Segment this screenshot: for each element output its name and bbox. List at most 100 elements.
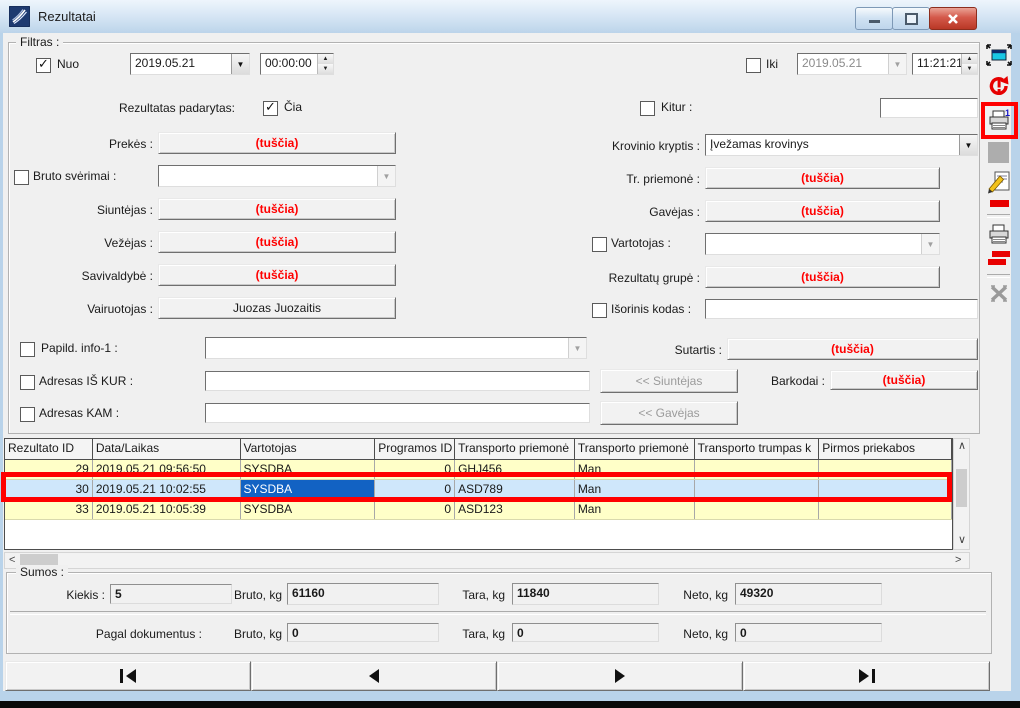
restore-button[interactable] [892,7,930,30]
nuo-time-spinner[interactable]: 00:00:00 ▲▼ [260,53,334,75]
grid-header-row: Rezultato IDData/LaikasVartotojasProgram… [5,439,952,460]
first-record-button[interactable] [5,661,251,691]
vertical-scrollbar[interactable]: ∧ ∨ [953,438,970,550]
table-cell[interactable]: 0 [375,460,455,479]
siuntejas-button[interactable]: (tuščia) [158,198,396,220]
table-cell[interactable]: SYSDBA [241,500,376,519]
scroll-down-icon[interactable]: ∨ [958,535,966,546]
table-cell[interactable]: 0 [375,500,455,519]
table-cell[interactable]: Man [575,460,695,479]
spin-up-icon[interactable]: ▲ [962,54,977,64]
table-cell[interactable]: 0 [375,480,455,499]
tr-priemone-button[interactable]: (tuščia) [705,167,940,189]
isorinis-kodas-checkbox[interactable]: ✓ [592,303,607,318]
table-cell[interactable]: 29 [5,460,93,479]
column-header[interactable]: Transporto priemonė [575,439,695,459]
table-row[interactable]: 302019.05.21 10:02:55SYSDBA0ASD789Man [5,480,952,500]
table-cell[interactable] [819,500,952,519]
last-record-icon [859,669,869,683]
remove-lines-icon[interactable] [992,251,1010,257]
nuo-checkbox[interactable]: ✓ [36,58,51,73]
column-header[interactable]: Transporto trumpas k [695,439,820,459]
adresas-kam-checkbox[interactable]: ✓ [20,407,35,422]
papild-info-checkbox[interactable]: ✓ [20,342,35,357]
table-cell[interactable]: 2019.05.21 10:02:55 [93,480,241,499]
table-row[interactable]: 332019.05.21 10:05:39SYSDBA0ASD123Man [5,500,952,520]
previous-record-button[interactable] [251,661,497,691]
table-cell[interactable] [695,460,820,479]
bruto-sverimai-checkbox[interactable]: ✓ [14,170,29,185]
table-cell[interactable]: SYSDBA [241,480,376,499]
iki-checkbox[interactable]: ✓ [746,58,761,73]
gavejas-button[interactable]: (tuščia) [705,200,940,222]
chevron-down-icon[interactable]: ▼ [959,135,977,155]
vertical-scroll-thumb[interactable] [956,469,967,507]
chevron-down-icon[interactable]: ▼ [231,54,249,74]
column-header[interactable]: Vartotojas [241,439,376,459]
next-record-button[interactable] [497,661,743,691]
table-cell[interactable] [695,480,820,499]
minimize-button[interactable] [855,7,893,30]
barkodai-button[interactable]: (tuščia) [830,370,978,390]
window-border-left [0,33,3,692]
minimize-icon [869,20,880,23]
spin-down-icon[interactable]: ▼ [318,64,333,74]
table-row[interactable]: 292019.05.21 09:56:50SYSDBA0GHJ456Man [5,460,952,480]
table-cell[interactable]: 30 [5,480,93,499]
column-header[interactable]: Rezultato ID [5,439,93,459]
spin-up-icon[interactable]: ▲ [318,54,333,64]
nuo-date-dropdown[interactable]: 2019.05.21 ▼ [130,53,250,75]
scroll-right-icon[interactable]: > [955,555,961,566]
toolbar-separator [987,214,1010,218]
kitur-checkbox[interactable]: ✓ [640,101,655,116]
cia-checkbox[interactable]: ✓ [263,101,278,116]
scroll-left-icon[interactable]: < [9,555,15,566]
vairuotojas-button[interactable]: Juozas Juozaitis [158,297,396,319]
scroll-up-icon[interactable]: ∧ [958,441,966,452]
table-cell[interactable]: ASD123 [455,500,575,519]
table-cell[interactable]: GHJ456 [455,460,575,479]
iki-time-spinner[interactable]: 11:21:21 ▲▼ [912,53,978,75]
table-cell[interactable] [819,480,952,499]
adresas-is-kur-checkbox[interactable]: ✓ [20,375,35,390]
last-record-button[interactable] [743,661,990,691]
column-header[interactable]: Programos ID [375,439,455,459]
table-cell[interactable]: SYSDBA [241,460,376,479]
close-button[interactable] [929,7,977,30]
vezejas-button[interactable]: (tuščia) [158,231,396,253]
kitur-input[interactable] [880,98,978,118]
nuo-date-value: 2019.05.21 [131,54,231,74]
vartotojas-checkbox[interactable]: ✓ [592,237,607,252]
prekes-button[interactable]: (tuščia) [158,132,396,154]
neto-doc-value: 0 [735,623,882,642]
isorinis-kodas-input[interactable] [705,299,978,319]
print-report-1-icon[interactable]: 1 [987,108,1012,133]
spin-down-icon[interactable]: ▼ [962,64,977,74]
krovinio-kryptis-dropdown[interactable]: Įvežamas krovinys ▼ [705,134,978,156]
horizontal-scrollbar[interactable]: < > [4,552,970,569]
savivaldybe-button[interactable]: (tuščia) [158,264,396,286]
table-cell[interactable]: ASD789 [455,480,575,499]
expand-view-icon[interactable] [986,42,1012,68]
table-cell[interactable]: Man [575,480,695,499]
isorinis-kodas-label: Išorinis kodas : [611,302,691,316]
table-cell[interactable]: 2019.05.21 09:56:50 [93,460,241,479]
rezultatu-grupe-button[interactable]: (tuščia) [705,266,940,288]
remove-line-icon[interactable] [990,200,1009,207]
table-cell[interactable]: Man [575,500,695,519]
edit-results-icon[interactable] [987,169,1012,195]
table-cell[interactable] [695,500,820,519]
adresas-is-kur-input[interactable] [205,371,590,391]
table-cell[interactable]: 33 [5,500,93,519]
column-header[interactable]: Transporto priemonė [455,439,575,459]
sutartis-button[interactable]: (tuščia) [727,338,978,360]
table-cell[interactable]: 2019.05.21 10:05:39 [93,500,241,519]
chevron-down-icon: ▼ [921,234,939,254]
column-header[interactable]: Pirmos priekabos [819,439,952,459]
column-header[interactable]: Data/Laikas [93,439,241,459]
table-cell[interactable] [819,460,952,479]
print-report-2-icon[interactable] [987,222,1012,247]
adresas-kam-input[interactable] [205,403,590,423]
bruto-doc-value: 0 [287,623,439,642]
refresh-warning-icon[interactable] [986,73,1012,99]
